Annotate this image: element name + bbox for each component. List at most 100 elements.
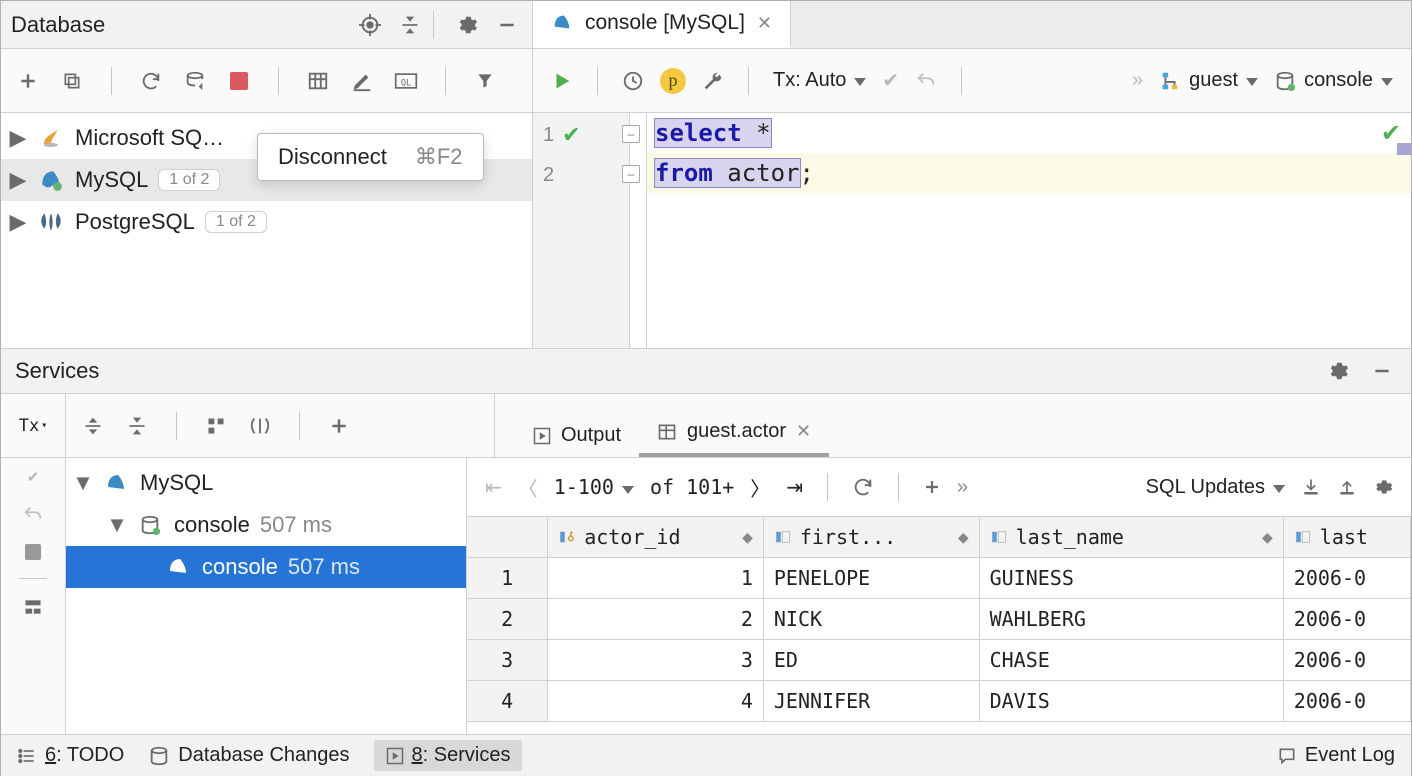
cell-first-name[interactable]: ED: [764, 640, 980, 681]
sync-icon[interactable]: [182, 68, 208, 94]
status-bar: 6: TODO Database Changes 8: Services Eve…: [1, 734, 1411, 776]
table-row[interactable]: 33EDCHASE2006-0: [467, 640, 1411, 681]
wrench-icon[interactable]: [702, 70, 724, 92]
column-header-first-name[interactable]: first...◆: [764, 517, 980, 558]
page-range-dropdown[interactable]: 1-100: [554, 475, 634, 499]
filter-icon[interactable]: [472, 68, 498, 94]
list-icon: [17, 746, 37, 766]
cell-last-update[interactable]: 2006-0: [1284, 640, 1411, 681]
cell-last-name[interactable]: CHASE: [980, 640, 1284, 681]
prev-page-icon[interactable]: 〈: [518, 473, 538, 502]
table-row[interactable]: 44JENNIFERDAVIS2006-0: [467, 681, 1411, 722]
table-icon[interactable]: [305, 68, 331, 94]
layout-icon[interactable]: [23, 597, 43, 617]
reload-icon[interactable]: [852, 476, 874, 498]
first-page-icon[interactable]: ⇤: [485, 475, 502, 500]
sql-updates-dropdown[interactable]: SQL Updates: [1146, 476, 1285, 499]
column-header-actor-id[interactable]: actor_id◆: [548, 517, 764, 558]
separator: [597, 67, 598, 95]
db-changes-tool-window-button[interactable]: Database Changes: [148, 744, 349, 767]
cell-actor-id[interactable]: 1: [548, 558, 764, 599]
schema-dropdown[interactable]: guest: [1159, 69, 1258, 92]
add-row-icon[interactable]: [923, 478, 941, 496]
svc-tree-console[interactable]: ▼ console 507 ms: [66, 504, 466, 546]
add-icon[interactable]: [326, 413, 352, 439]
stop-icon[interactable]: [226, 68, 252, 94]
editor-tab-console[interactable]: console [MySQL] ✕: [533, 1, 791, 48]
db-tree-item-postgres[interactable]: ▶ PostgreSQL 1 of 2: [1, 201, 532, 243]
tx-mode-dropdown[interactable]: Tx: Auto: [773, 69, 866, 92]
cell-last-update[interactable]: 2006-0: [1284, 599, 1411, 640]
cell-last-name[interactable]: GUINESS: [980, 558, 1284, 599]
gear-icon[interactable]: [1323, 356, 1353, 386]
filter-icon[interactable]: [247, 413, 273, 439]
import-icon[interactable]: [1301, 477, 1321, 497]
duplicate-icon[interactable]: [59, 68, 85, 94]
add-icon[interactable]: [15, 68, 41, 94]
more-icon[interactable]: »: [957, 476, 968, 499]
hide-icon[interactable]: [1367, 356, 1397, 386]
explain-plan-icon[interactable]: p: [660, 68, 686, 94]
cell-last-update[interactable]: 2006-0: [1284, 681, 1411, 722]
count-badge: 1 of 2: [158, 169, 220, 191]
run-icon[interactable]: [551, 70, 573, 92]
cell-last-name[interactable]: WAHLBERG: [980, 599, 1284, 640]
collapse-all-icon[interactable]: [124, 413, 150, 439]
cell-first-name[interactable]: NICK: [764, 599, 980, 640]
close-icon[interactable]: ✕: [757, 13, 772, 34]
results-panel: ⇤ 〈 1-100 of 101+ 〉 ⇥ » SQL Updates: [467, 458, 1411, 734]
row-number: 3: [467, 640, 548, 681]
event-log-button[interactable]: Event Log: [1277, 744, 1395, 767]
more-icon[interactable]: »: [1132, 69, 1143, 92]
tx-label[interactable]: Tx ▾: [19, 416, 48, 436]
results-table[interactable]: actor_id◆ first...◆ last_name◆ last 11PE…: [467, 517, 1411, 734]
stop-icon[interactable]: [25, 544, 41, 560]
svc-tree-root[interactable]: ▼ MySQL: [66, 462, 466, 504]
cell-actor-id[interactable]: 2: [548, 599, 764, 640]
cell-first-name[interactable]: JENNIFER: [764, 681, 980, 722]
cell-last-name[interactable]: DAVIS: [980, 681, 1284, 722]
hide-icon[interactable]: [492, 10, 522, 40]
tab-result-table[interactable]: guest.actor ✕: [639, 410, 829, 457]
fold-start-icon[interactable]: –: [622, 125, 640, 143]
history-icon[interactable]: [622, 70, 644, 92]
code-editor[interactable]: 1✔ 2 – – select * from actor; ✔: [533, 113, 1411, 348]
cell-last-update[interactable]: 2006-0: [1284, 558, 1411, 599]
sql-console-icon[interactable]: QL: [393, 68, 419, 94]
last-page-icon[interactable]: ⇥: [786, 475, 803, 500]
cell-actor-id[interactable]: 3: [548, 640, 764, 681]
chevron-down-icon: ▼: [108, 516, 126, 534]
column-header-last-update[interactable]: last: [1284, 517, 1411, 558]
table-row[interactable]: 22NICKWAHLBERG2006-0: [467, 599, 1411, 640]
column-header-last-name[interactable]: last_name◆: [980, 517, 1284, 558]
next-page-icon[interactable]: 〉: [750, 473, 770, 502]
rownum-header[interactable]: [467, 517, 548, 558]
database-icon: [148, 745, 170, 767]
refresh-icon[interactable]: [138, 68, 164, 94]
svc-tree-run[interactable]: console 507 ms: [66, 546, 466, 588]
chevron-right-icon: ▶: [9, 129, 27, 147]
export-icon[interactable]: [1337, 477, 1357, 497]
target-icon[interactable]: [355, 10, 385, 40]
group-icon[interactable]: [203, 413, 229, 439]
edit-icon[interactable]: [349, 68, 375, 94]
gear-icon[interactable]: [452, 10, 482, 40]
services-tool-window-button[interactable]: 8: Services: [374, 740, 523, 771]
tab-output[interactable]: Output: [515, 414, 639, 457]
table-row[interactable]: 11PENELOPEGUINESS2006-0: [467, 558, 1411, 599]
datasource-dropdown[interactable]: console: [1274, 69, 1393, 92]
collapse-all-icon[interactable]: [395, 10, 425, 40]
check-icon: ✔: [562, 122, 580, 148]
expand-all-icon[interactable]: [80, 413, 106, 439]
cell-actor-id[interactable]: 4: [548, 681, 764, 722]
separator: [433, 11, 434, 39]
context-menu-item[interactable]: Disconnect: [278, 144, 387, 170]
db-tree-label: PostgreSQL: [75, 209, 195, 235]
todo-tool-window-button[interactable]: 6: TODO: [17, 744, 124, 767]
close-icon[interactable]: ✕: [796, 421, 811, 442]
code-line: from actor;: [647, 153, 1411, 193]
context-menu[interactable]: Disconnect ⌘F2: [257, 133, 484, 181]
fold-end-icon[interactable]: –: [622, 165, 640, 183]
gear-icon[interactable]: [1373, 477, 1393, 497]
cell-first-name[interactable]: PENELOPE: [764, 558, 980, 599]
